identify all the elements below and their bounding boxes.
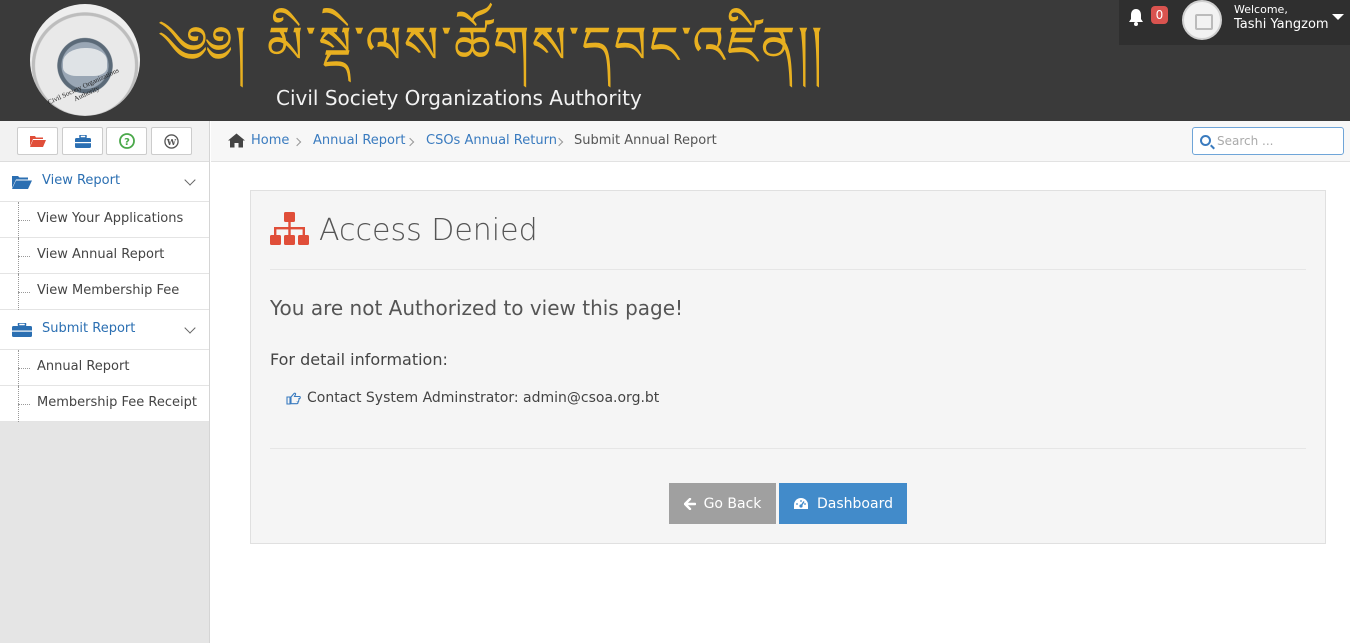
arrow-left-icon: [683, 497, 696, 510]
tree-branch: [18, 256, 30, 257]
sidebar-item-view-membership-fee[interactable]: View Membership Fee: [0, 274, 209, 310]
home-icon[interactable]: [228, 133, 245, 148]
page-title: Access Denied: [319, 213, 538, 248]
tree-branch: [18, 292, 30, 293]
wordpress-icon: W: [164, 133, 179, 149]
svg-text:W: W: [166, 136, 177, 146]
org-name: Civil Society Organizations Authority: [276, 86, 642, 110]
sidebar: ? W View Report View Your Applications V…: [0, 121, 210, 643]
breadcrumb-home-link[interactable]: Home: [251, 133, 289, 148]
shortcut-briefcase-button[interactable]: [62, 127, 103, 155]
help-circle-icon: ?: [118, 133, 135, 149]
sitemap-icon: [270, 212, 309, 245]
tibetan-title: ༄༅། མི་སྡེ་ལས་ཚོགས་དབང་འཛིན།།: [158, 16, 825, 76]
menu-group-label: Submit Report: [42, 321, 136, 336]
folder-open-icon: [12, 176, 32, 189]
sidebar-item-label: View Annual Report: [37, 247, 165, 262]
elephant-emblem-icon: [63, 48, 107, 76]
chevron-down-icon: [184, 322, 196, 334]
sidebar-item-annual-report[interactable]: Annual Report: [0, 350, 209, 386]
bell-icon[interactable]: [1128, 8, 1144, 26]
breadcrumb-csos-annual-return-link[interactable]: CSOs Annual Return: [426, 133, 557, 148]
svg-text:?: ?: [124, 137, 130, 148]
sidebar-item-label: Annual Report: [37, 359, 130, 374]
welcome-label: Welcome,: [1234, 3, 1288, 16]
search-icon: [1200, 135, 1211, 146]
chevron-down-icon: [184, 174, 196, 186]
briefcase-icon: [12, 323, 32, 337]
folder-open-icon: [29, 136, 46, 147]
sidebar-item-view-your-applications[interactable]: View Your Applications: [0, 202, 209, 238]
breadcrumb-annual-report-link[interactable]: Annual Report: [313, 133, 405, 148]
shortcut-help-button[interactable]: ?: [106, 127, 147, 155]
sidebar-menu: View Report View Your Applications View …: [0, 162, 209, 422]
error-message: You are not Authorized to view this page…: [270, 296, 684, 320]
tree-branch: [18, 404, 30, 405]
go-back-button[interactable]: Go Back: [669, 483, 776, 524]
divider: [270, 448, 1306, 449]
tree-branch: [18, 368, 30, 369]
csoa-emblem-logo: Civil Society Organizations Authority: [30, 4, 140, 116]
notification-count-badge: 0: [1151, 6, 1168, 24]
sidebar-item-view-annual-report[interactable]: View Annual Report: [0, 238, 209, 274]
avatar[interactable]: [1182, 0, 1222, 40]
dashboard-button[interactable]: Dashboard: [779, 483, 907, 524]
hand-pointing-right-icon: [286, 392, 301, 405]
go-back-label: Go Back: [703, 495, 762, 512]
shortcut-wordpress-button[interactable]: W: [151, 127, 192, 155]
divider: [270, 269, 1306, 270]
menu-group-label: View Report: [42, 173, 121, 188]
search-input[interactable]: [1217, 132, 1339, 150]
dashboard-label: Dashboard: [817, 495, 893, 512]
shortcut-folder-button[interactable]: [17, 127, 58, 155]
sidebar-shortcuts: ? W: [0, 121, 209, 162]
menu-group-view-report[interactable]: View Report: [0, 162, 209, 202]
sidebar-item-label: View Membership Fee: [37, 283, 180, 298]
sidebar-item-membership-fee-receipt[interactable]: Membership Fee Receipt: [0, 386, 209, 422]
sidebar-item-label: Membership Fee Receipt: [37, 395, 197, 410]
contact-admin-text: Contact System Adminstrator: admin@csoa.…: [307, 390, 660, 406]
sidebar-item-label: View Your Applications: [37, 211, 184, 226]
tree-branch: [18, 220, 30, 221]
briefcase-icon: [74, 134, 91, 148]
dashboard-gauge-icon: [794, 498, 809, 509]
search-box: [1192, 127, 1344, 155]
menu-group-submit-report[interactable]: Submit Report: [0, 310, 209, 350]
breadcrumb-current-page: Submit Annual Report: [574, 133, 717, 148]
detail-heading: For detail information:: [270, 350, 448, 369]
user-name[interactable]: Tashi Yangzom: [1234, 17, 1329, 32]
user-menu-caret-icon[interactable]: [1332, 14, 1344, 20]
